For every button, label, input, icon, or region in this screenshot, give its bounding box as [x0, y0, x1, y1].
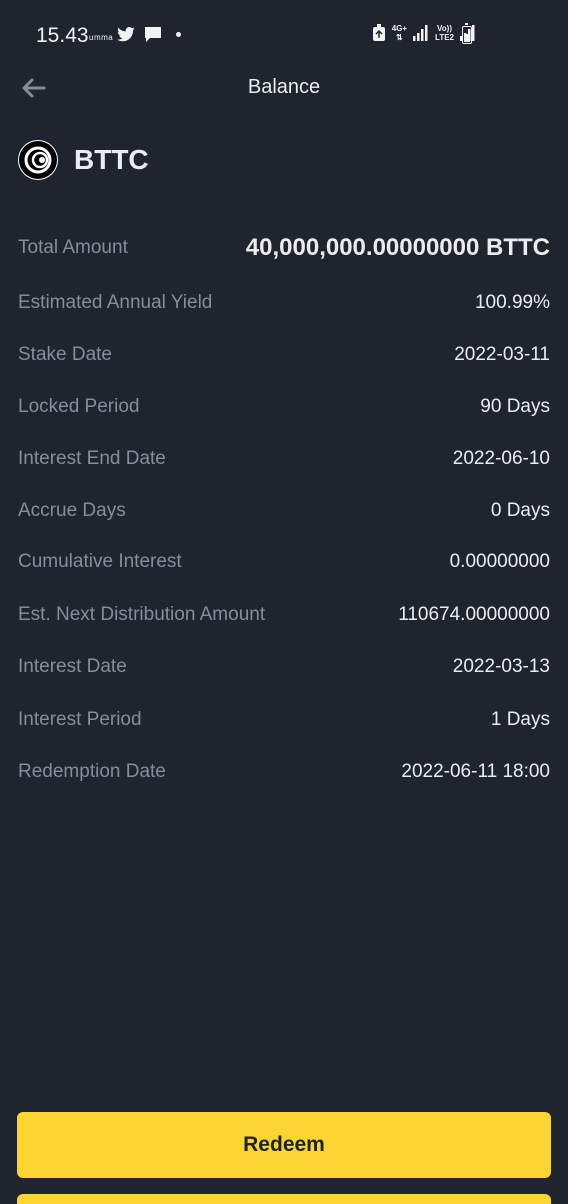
detail-value: 1 Days	[490, 709, 550, 730]
status-system-icons: 4G+ ⇅ Vo)) LTE2	[372, 24, 476, 42]
detail-value: 100.99%	[474, 292, 550, 313]
volte-label: Vo))	[437, 24, 452, 33]
detail-row-next-distribution: Est. Next Distribution Amount 110674.000…	[18, 599, 550, 631]
detail-value: 2022-06-10	[452, 448, 550, 469]
detail-row-interest-end-date: Interest End Date 2022-06-10	[18, 443, 550, 475]
bttc-logo-icon	[18, 140, 58, 180]
detail-row-stake-date: Stake Date 2022-03-11	[18, 339, 550, 371]
status-notification-icons	[116, 26, 181, 43]
network-type-label: 4G+	[391, 24, 408, 33]
top-bar: Balance	[0, 66, 568, 110]
detail-label: Redemption Date	[18, 761, 166, 782]
asset-header: BTTC	[18, 140, 149, 180]
notification-dot-icon	[176, 32, 181, 37]
detail-value: 0 Days	[490, 500, 550, 521]
data-arrows-icon: ⇅	[396, 33, 403, 42]
detail-label: Interest End Date	[18, 448, 166, 469]
detail-row-cumulative-interest: Cumulative Interest 0.00000000	[18, 546, 550, 578]
detail-value: 2022-03-13	[452, 656, 550, 677]
chat-icon	[145, 27, 161, 42]
detail-row-accrue-days: Accrue Days 0 Days	[18, 495, 550, 527]
detail-label: Cumulative Interest	[18, 551, 182, 572]
detail-label: Locked Period	[18, 396, 140, 417]
detail-row-redemption-date: Redemption Date 2022-06-11 18:00	[18, 756, 550, 788]
status-time: 15.43	[36, 24, 89, 47]
detail-row-locked-period: Locked Period 90 Days	[18, 391, 550, 423]
detail-label: Interest Date	[18, 656, 127, 677]
redeem-button[interactable]: Redeem	[17, 1112, 551, 1178]
detail-label: Accrue Days	[18, 500, 126, 521]
status-carrier-mini: umma	[89, 33, 114, 42]
detail-value: 0.00000000	[449, 551, 550, 572]
detail-label: Stake Date	[18, 344, 112, 365]
detail-row-annual-yield: Estimated Annual Yield 100.99%	[18, 287, 550, 319]
detail-row-total-amount: Total Amount 40,000,000.00000000 BTTC	[18, 232, 550, 264]
detail-label: Interest Period	[18, 709, 142, 730]
secondary-button-edge[interactable]	[17, 1194, 551, 1204]
signal-icon	[413, 25, 428, 41]
detail-row-interest-date: Interest Date 2022-03-13	[18, 651, 550, 683]
asset-name: BTTC	[74, 144, 149, 175]
detail-label: Total Amount	[18, 237, 128, 258]
lte2-label: LTE2	[435, 33, 454, 42]
page-title: Balance	[247, 76, 321, 98]
detail-label: Estimated Annual Yield	[18, 292, 213, 313]
network-type: 4G+ ⇅	[392, 24, 407, 42]
battery-icon	[462, 23, 472, 44]
twitter-icon	[117, 26, 135, 41]
detail-value: 110674.00000000	[398, 604, 550, 625]
detail-value: 2022-03-11	[454, 344, 550, 365]
detail-row-interest-period: Interest Period 1 Days	[18, 704, 550, 736]
detail-value: 2022-06-11 18:00	[401, 761, 550, 782]
battery-saver-icon	[372, 24, 385, 41]
volte-indicator: Vo)) LTE2	[435, 24, 454, 42]
status-bar: 15.43 umma 4G+ ⇅ Vo)) LTE2	[0, 0, 568, 70]
bttc-logo-mark	[19, 141, 57, 179]
detail-value: 40,000,000.00000000 BTTC	[245, 234, 550, 261]
detail-label: Est. Next Distribution Amount	[18, 604, 266, 625]
detail-value: 90 Days	[480, 396, 550, 417]
